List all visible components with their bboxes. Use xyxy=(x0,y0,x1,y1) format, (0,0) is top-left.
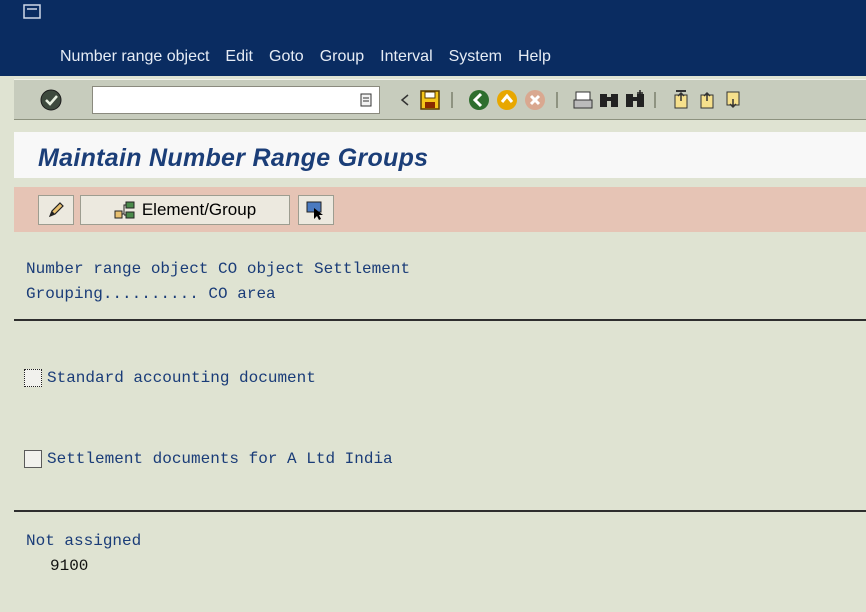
group-row-settlement: Settlement documents for A Ltd India xyxy=(24,450,393,468)
application-toolbar: Element/Group xyxy=(14,187,866,232)
checkmark-icon xyxy=(40,89,62,111)
page-title: Maintain Number Range Groups xyxy=(38,144,429,172)
info-line-grouping: Grouping.......... CO area xyxy=(26,285,276,303)
binoculars-icon xyxy=(600,94,618,107)
first-page-button[interactable] xyxy=(668,87,694,113)
element-group-label: Element/Group xyxy=(141,200,257,219)
save-button[interactable] xyxy=(417,87,443,113)
main-content: Number range object CO object Settlement… xyxy=(14,240,866,612)
next-page-icon xyxy=(726,91,740,109)
command-field[interactable] xyxy=(92,86,380,114)
menu-interval[interactable]: Interval xyxy=(380,44,432,70)
menu-edit[interactable]: Edit xyxy=(225,44,253,70)
select-cursor-icon xyxy=(306,201,323,220)
menu-goto[interactable]: Goto xyxy=(269,44,304,70)
print-button[interactable] xyxy=(570,87,596,113)
back-arrow-small-icon[interactable] xyxy=(400,94,410,106)
save-icon xyxy=(420,90,440,110)
divider xyxy=(14,510,866,512)
binoculars-plus-icon xyxy=(626,90,644,107)
enter-button[interactable] xyxy=(38,87,64,113)
cancel-button[interactable] xyxy=(522,87,548,113)
group-label: Standard accounting document xyxy=(47,369,316,387)
group-checkbox[interactable] xyxy=(24,450,42,468)
back-button[interactable] xyxy=(466,87,492,113)
group-checkbox[interactable] xyxy=(24,369,42,387)
menu-bar: Number range object Edit Goto Group Inte… xyxy=(60,44,567,70)
system-menu-icon[interactable] xyxy=(23,4,43,20)
group-row-standard: Standard accounting document xyxy=(24,369,316,387)
not-assigned-value[interactable]: 9100 xyxy=(50,557,88,575)
command-history-icon[interactable] xyxy=(359,93,373,107)
first-page-icon xyxy=(674,90,688,109)
find-next-button[interactable] xyxy=(622,87,648,113)
menu-help[interactable]: Help xyxy=(518,44,551,70)
divider xyxy=(14,319,866,321)
print-icon xyxy=(573,91,593,109)
select-button[interactable] xyxy=(298,195,334,225)
not-assigned-heading: Not assigned xyxy=(26,532,142,550)
next-page-button[interactable] xyxy=(720,87,746,113)
hierarchy-icon xyxy=(114,201,135,219)
cancel-icon xyxy=(525,90,545,110)
exit-icon xyxy=(497,90,517,110)
exit-button[interactable] xyxy=(494,87,520,113)
menu-system[interactable]: System xyxy=(449,44,502,70)
previous-page-icon xyxy=(700,91,714,109)
menu-group[interactable]: Group xyxy=(320,44,364,70)
info-line-object: Number range object CO object Settlement xyxy=(26,260,411,278)
menu-number-range-object[interactable]: Number range object xyxy=(60,44,209,70)
pencil-icon xyxy=(48,202,64,218)
find-button[interactable] xyxy=(596,87,622,113)
previous-page-button[interactable] xyxy=(694,87,720,113)
element-group-button[interactable]: Element/Group xyxy=(80,195,290,225)
back-icon xyxy=(469,90,489,110)
change-button[interactable] xyxy=(38,195,74,225)
menu-bar-area: Number range object Edit Goto Group Inte… xyxy=(0,0,866,76)
title-bar: Maintain Number Range Groups xyxy=(14,132,866,178)
group-label: Settlement documents for A Ltd India xyxy=(47,450,393,468)
standard-toolbar xyxy=(14,79,866,120)
